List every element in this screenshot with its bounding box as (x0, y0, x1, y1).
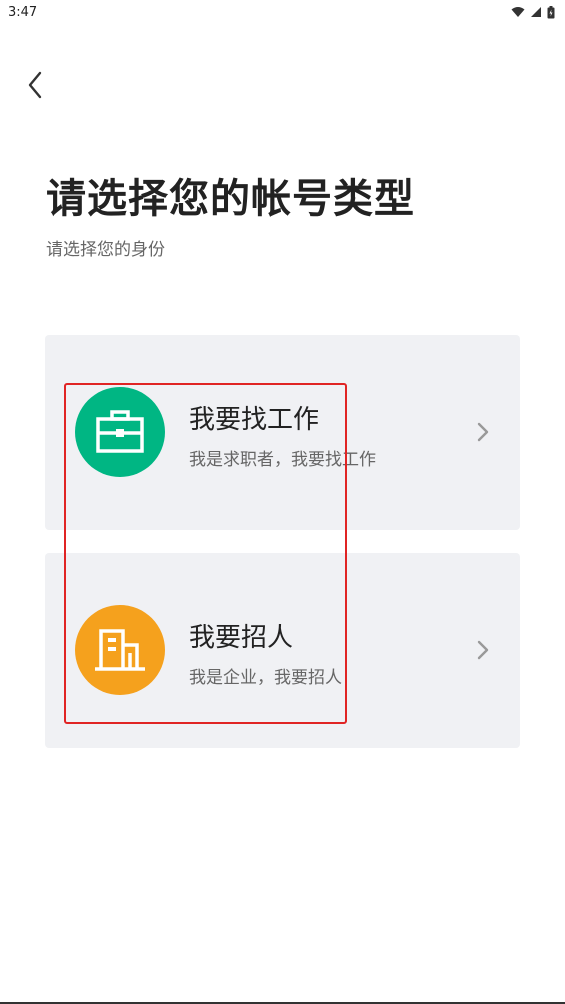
chevron-right-icon (477, 422, 489, 442)
back-button[interactable] (20, 66, 50, 104)
option-description: 我是求职者，我要找工作 (189, 450, 376, 470)
briefcase-icon-circle (75, 387, 165, 477)
page-subtitle: 请选择您的身份 (46, 240, 165, 260)
battery-icon (547, 5, 555, 18)
building-icon (95, 629, 145, 671)
option-title: 我要招人 (189, 623, 294, 653)
option-card-employer[interactable]: 我要招人 我是企业，我要招人 (45, 553, 520, 748)
chevron-right-icon (477, 640, 489, 660)
chevron-left-icon (28, 71, 42, 99)
option-title: 我要找工作 (189, 405, 320, 435)
page-title: 请选择您的帐号类型 (46, 176, 415, 222)
option-card-job-seeker[interactable]: 我要找工作 我是求职者，我要找工作 (45, 335, 520, 530)
status-bar: 3:47 (0, 0, 565, 24)
cellular-signal-icon (531, 7, 541, 17)
status-time: 3:47 (8, 4, 38, 20)
status-icons (511, 5, 555, 19)
briefcase-icon (96, 410, 144, 453)
account-type-screen: 3:47 请选择您的帐号类型 请选择您的身份 我要找工作 我是求职者，我要找工作… (0, 0, 565, 1004)
wifi-icon (511, 7, 525, 17)
option-description: 我是企业，我要招人 (189, 668, 342, 688)
building-icon-circle (75, 605, 165, 695)
